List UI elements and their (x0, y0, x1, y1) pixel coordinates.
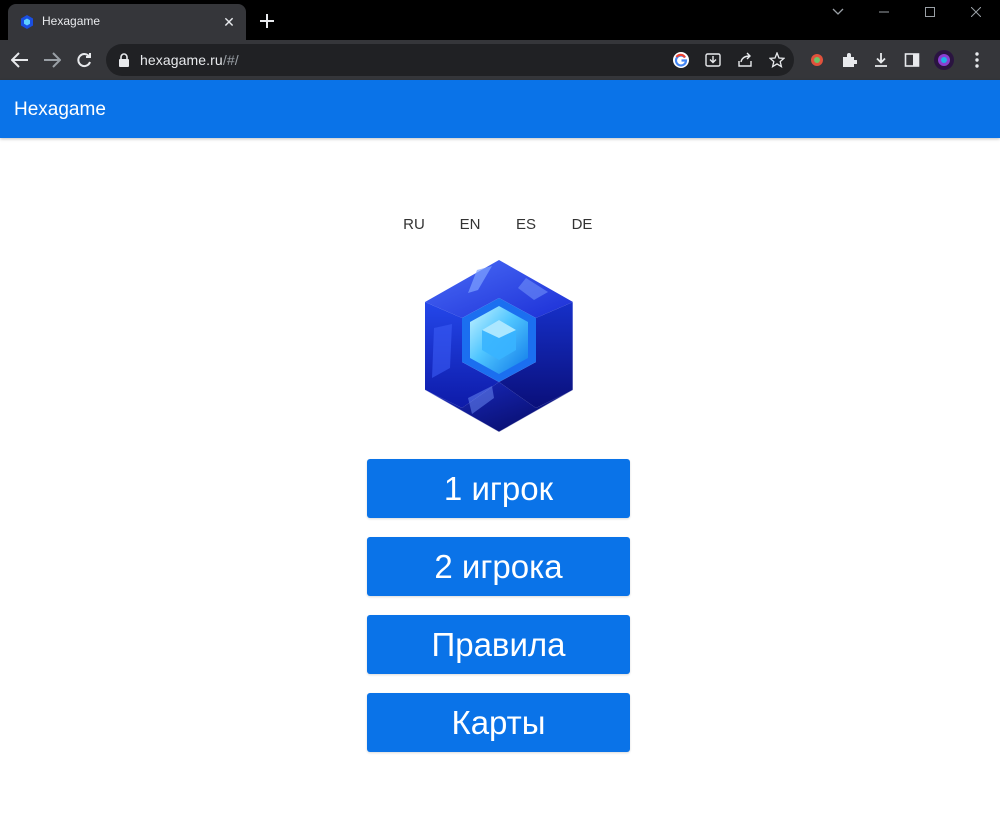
close-window-icon[interactable] (953, 0, 999, 24)
language-es[interactable]: ES (506, 216, 546, 233)
side-panel-icon[interactable] (902, 50, 922, 70)
hexagon-gem-logo (424, 260, 574, 433)
profile-avatar[interactable] (934, 50, 954, 70)
forward-arrow-icon[interactable] (40, 48, 64, 72)
maps-button[interactable]: Карты (367, 693, 630, 752)
google-lens-icon[interactable] (672, 51, 690, 69)
app-header: Hexagame (0, 80, 1000, 138)
language-ru[interactable]: RU (394, 216, 434, 233)
one-player-button[interactable]: 1 игрок (367, 459, 630, 518)
browser-tab-strip: Hexagame ✕ (0, 0, 1000, 40)
hexagame-favicon-icon (21, 15, 33, 29)
browser-tab[interactable]: Hexagame ✕ (8, 4, 246, 40)
rules-button[interactable]: Правила (367, 615, 630, 674)
lock-icon[interactable] (118, 53, 130, 67)
bookmark-star-icon[interactable] (768, 51, 786, 69)
extension-color-icon[interactable] (807, 50, 827, 70)
browser-toolbar: hexagame.ru/#/ (0, 40, 1000, 80)
address-bar[interactable]: hexagame.ru/#/ (106, 44, 794, 76)
two-players-button[interactable]: 2 игрока (367, 537, 630, 596)
language-selector: RU EN ES DE (390, 216, 610, 238)
minimize-icon[interactable] (861, 0, 907, 24)
language-de[interactable]: DE (562, 216, 602, 233)
url-path: /#/ (222, 52, 239, 68)
downloads-icon[interactable] (871, 50, 891, 70)
browser-menu-icon[interactable] (967, 50, 987, 70)
maximize-icon[interactable] (907, 0, 953, 24)
url-text[interactable]: hexagame.ru/#/ (140, 52, 239, 68)
tab-close-icon[interactable]: ✕ (220, 13, 238, 31)
tab-title: Hexagame (42, 14, 101, 28)
share-icon[interactable] (736, 51, 754, 69)
url-host: hexagame.ru (140, 52, 223, 68)
tab-search-icon[interactable] (815, 0, 861, 24)
reload-icon[interactable] (72, 48, 96, 72)
new-tab-icon[interactable] (256, 10, 278, 32)
back-arrow-icon[interactable] (8, 48, 32, 72)
app-title[interactable]: Hexagame (14, 99, 106, 121)
language-en[interactable]: EN (450, 216, 490, 233)
extensions-puzzle-icon[interactable] (839, 50, 859, 70)
install-app-icon[interactable] (704, 51, 722, 69)
